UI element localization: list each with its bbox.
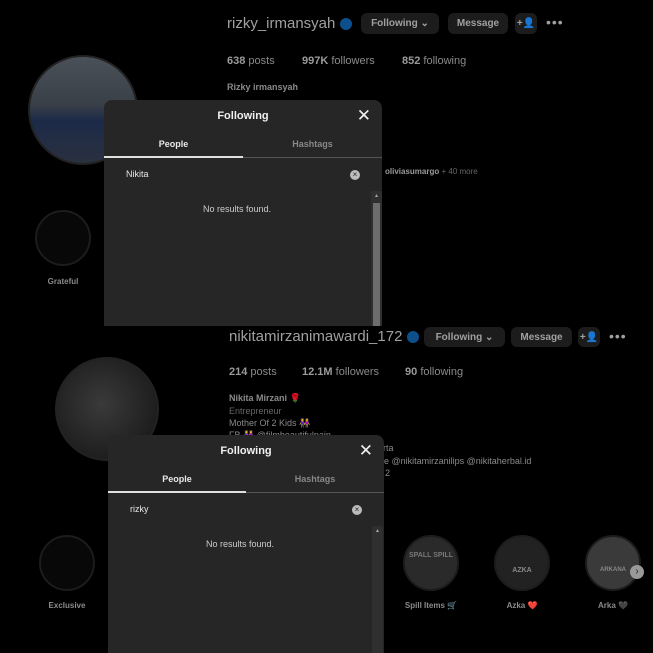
scrollbar-thumb[interactable] <box>373 203 380 327</box>
add-person-icon: +👤 <box>579 331 599 343</box>
posts-count: 214 posts <box>229 366 277 378</box>
following-link[interactable]: 90 following <box>405 366 463 378</box>
followed-by[interactable]: oliviasumargo + 40 more <box>385 167 478 176</box>
scrollbar[interactable]: ▲ <box>371 191 382 327</box>
following-modal: Following ✕ People Hashtags × No results… <box>108 435 384 653</box>
tab-hashtags[interactable]: Hashtags <box>243 139 382 149</box>
modal-title: Following <box>217 110 269 122</box>
story-label: Exclusive <box>48 601 86 610</box>
following-label: Following <box>371 18 418 29</box>
message-button[interactable]: Message <box>511 327 572 347</box>
add-person-button[interactable]: +👤 <box>578 327 600 347</box>
no-results-message: No results found. <box>202 204 272 214</box>
clear-search-icon[interactable]: × <box>352 505 362 515</box>
tab-people[interactable]: People <box>108 474 246 484</box>
story-highlight[interactable] <box>35 210 91 266</box>
username: rizky_irmansyah <box>227 15 336 32</box>
profile-panel-rizky: rizky_irmansyah Following ⌄ Message +👤 •… <box>0 0 653 327</box>
add-person-icon: +👤 <box>516 18 536 29</box>
close-icon[interactable]: ✕ <box>359 442 373 459</box>
clear-search-icon[interactable]: × <box>350 170 360 180</box>
following-modal: Following ✕ People Hashtags × No results… <box>104 100 382 327</box>
search-input[interactable] <box>126 169 326 179</box>
story-highlight[interactable]: ARKANA <box>585 535 641 591</box>
bio-links[interactable]: re @nikitamirzanilips @nikitaherbal.id <box>381 456 531 466</box>
chevron-down-icon: ⌄ <box>485 331 494 343</box>
scrollbar-thumb[interactable] <box>374 538 381 653</box>
more-options-icon[interactable]: ••• <box>609 328 627 344</box>
scroll-up-icon[interactable]: ▲ <box>374 193 379 199</box>
story-label: Arka 🖤 <box>598 601 628 610</box>
username: nikitamirzanimawardi_172 <box>229 328 403 345</box>
chevron-down-icon: ⌄ <box>420 18 429 29</box>
following-button[interactable]: Following ⌄ <box>361 13 439 34</box>
following-button[interactable]: Following ⌄ <box>424 327 505 347</box>
more-options-icon[interactable]: ••• <box>546 14 564 30</box>
close-icon[interactable]: ✕ <box>357 107 371 124</box>
verified-badge-icon <box>407 331 420 344</box>
story-label: Grateful <box>47 277 79 286</box>
followers-link[interactable]: 997K followers <box>302 55 375 67</box>
message-button[interactable]: Message <box>448 13 508 34</box>
scrollbar[interactable]: ▲ <box>372 526 383 653</box>
scroll-up-icon[interactable]: ▲ <box>375 528 380 534</box>
bio-line-partial: rta <box>383 443 394 453</box>
modal-title: Following <box>220 445 272 457</box>
story-label: Azka ❤️ <box>506 601 538 610</box>
following-label: Following <box>435 331 483 343</box>
display-name: Rizky irmansyah <box>227 82 299 92</box>
story-highlight[interactable]: SPALL SPILL <box>403 535 459 591</box>
story-highlight[interactable] <box>39 535 95 591</box>
following-link[interactable]: 852 following <box>402 55 466 67</box>
bio-line: Mother Of 2 Kids 👭 <box>229 418 311 428</box>
verified-badge-icon <box>340 18 353 31</box>
tab-active-indicator <box>104 156 243 158</box>
no-results-message: No results found. <box>205 539 275 549</box>
add-person-button[interactable]: +👤 <box>515 13 537 34</box>
story-label: Spill Items 🛒 <box>404 601 458 610</box>
tab-hashtags[interactable]: Hashtags <box>246 474 384 484</box>
chevron-right-icon[interactable]: › <box>630 565 644 579</box>
tab-active-indicator <box>108 491 246 493</box>
search-input[interactable] <box>130 504 330 514</box>
display-name: Nikita Mirzani 🌹 <box>229 393 301 403</box>
tab-people[interactable]: People <box>104 139 243 149</box>
story-highlight[interactable]: AZKA <box>494 535 550 591</box>
bio-category: Entrepreneur <box>229 406 282 416</box>
posts-count: 638 posts <box>227 55 275 67</box>
bio-line-partial: 2 <box>385 468 391 478</box>
followers-link[interactable]: 12.1M followers <box>302 366 379 378</box>
profile-panel-nikita: nikitamirzanimawardi_172 Following ⌄ Mes… <box>0 326 653 653</box>
